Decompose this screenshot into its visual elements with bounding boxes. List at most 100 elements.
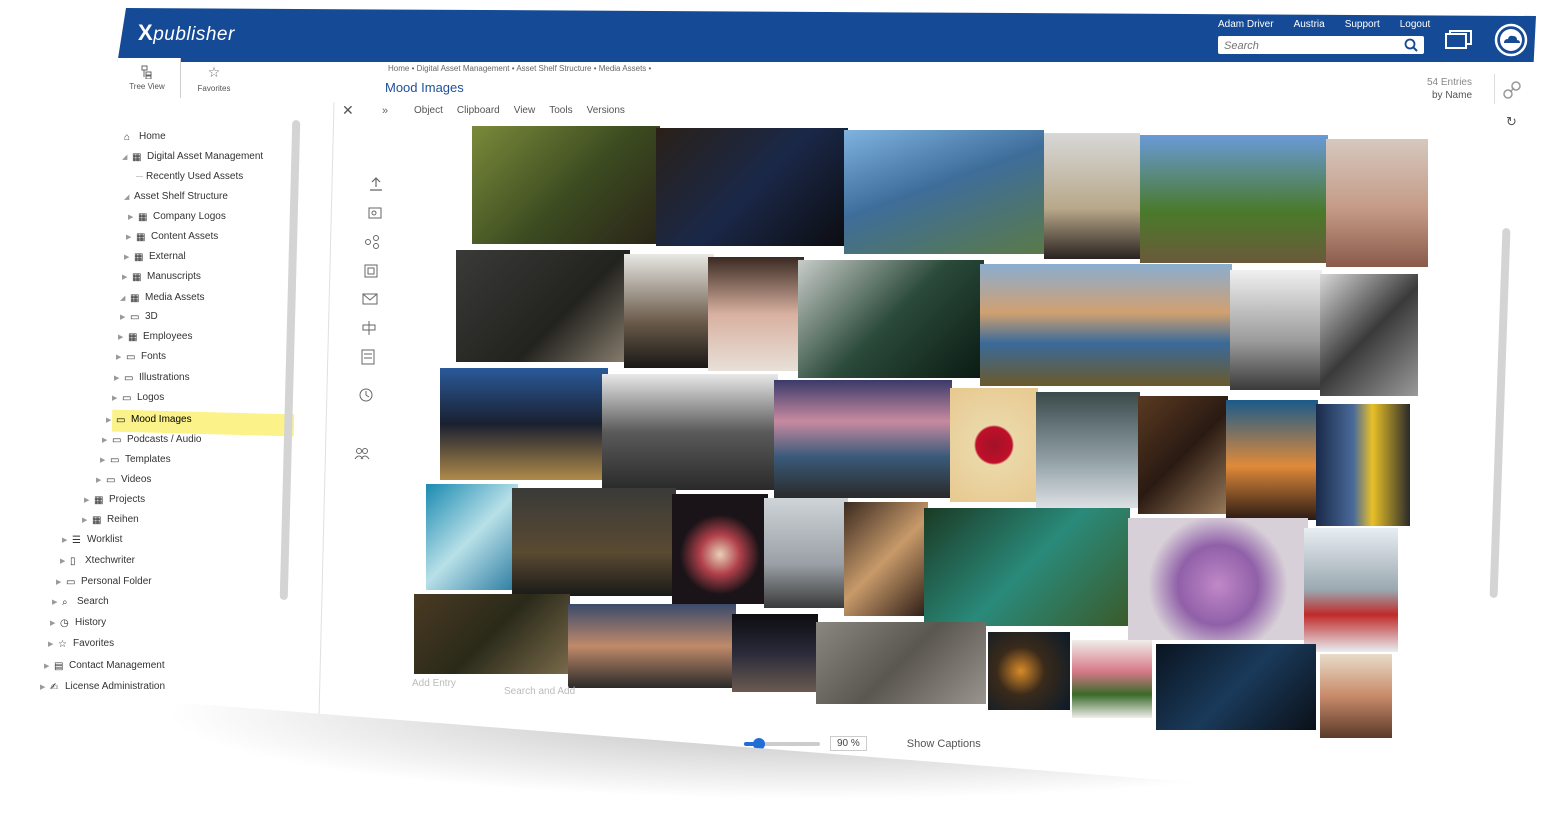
windows-icon[interactable] bbox=[1444, 29, 1474, 51]
caret-right-icon[interactable]: ▶ bbox=[44, 662, 50, 670]
caret-right-icon[interactable]: ▶ bbox=[40, 683, 46, 691]
image-tile[interactable] bbox=[1304, 528, 1398, 652]
image-tile[interactable] bbox=[1072, 640, 1152, 718]
menu-tools[interactable]: Tools bbox=[549, 105, 572, 116]
tree-item-personal-folder[interactable]: ▶ ▭ Personal Folder bbox=[56, 576, 152, 588]
caret-right-icon[interactable]: ▶ bbox=[52, 598, 58, 606]
caret-right-icon[interactable]: ▶ bbox=[116, 353, 122, 361]
tree-item-projects[interactable]: ▶ ▦ Projects bbox=[84, 494, 145, 506]
tree-item-mood-images[interactable]: ▶ ▭ Mood Images bbox=[106, 414, 192, 426]
global-search-input[interactable] bbox=[1218, 37, 1404, 55]
close-panel-icon[interactable]: ✕ bbox=[342, 102, 354, 119]
caret-down-icon[interactable]: ◢ bbox=[120, 294, 126, 302]
users-icon[interactable] bbox=[354, 445, 370, 461]
image-tile[interactable] bbox=[440, 368, 608, 480]
image-tile[interactable] bbox=[602, 374, 778, 490]
image-tile[interactable] bbox=[764, 498, 848, 608]
image-tile[interactable] bbox=[1316, 404, 1410, 526]
upload-icon[interactable] bbox=[368, 176, 384, 192]
caret-right-icon[interactable]: ▶ bbox=[126, 233, 132, 241]
tree-item-videos[interactable]: ▶ ▭ Videos bbox=[96, 474, 151, 486]
image-tile[interactable] bbox=[414, 594, 570, 674]
calculator-icon[interactable] bbox=[360, 349, 376, 365]
tree-item-xtechwriter[interactable]: ▶ ▯ Xtechwriter bbox=[60, 555, 135, 567]
caret-right-icon[interactable]: ▶ bbox=[100, 456, 106, 464]
image-folder-icon[interactable] bbox=[367, 205, 383, 221]
caret-right-icon[interactable]: ▶ bbox=[48, 640, 54, 648]
tree-item-illustrations[interactable]: ▶ ▭ Illustrations bbox=[114, 372, 190, 384]
sort-order[interactable]: by Name bbox=[1432, 90, 1472, 101]
history-icon[interactable] bbox=[358, 387, 374, 403]
caret-right-icon[interactable]: ▶ bbox=[96, 476, 102, 484]
caret-right-icon[interactable]: ▶ bbox=[102, 436, 108, 444]
caret-down-icon[interactable]: ◢ bbox=[122, 153, 128, 161]
tree-item-media-assets[interactable]: ◢ ▦ Media Assets bbox=[120, 292, 204, 304]
caret-right-icon[interactable]: ▶ bbox=[128, 213, 134, 221]
logout-link[interactable]: Logout bbox=[1400, 19, 1431, 30]
caret-right-icon[interactable]: ▶ bbox=[124, 253, 130, 261]
caret-right-icon[interactable]: ▶ bbox=[114, 374, 120, 382]
tree-item-external[interactable]: ▶ ▦ External bbox=[124, 251, 186, 263]
image-tile[interactable] bbox=[774, 380, 952, 498]
tree-item-license[interactable]: ▶ ✍ License Administration bbox=[40, 681, 165, 693]
image-tile[interactable] bbox=[672, 494, 768, 604]
menu-versions[interactable]: Versions bbox=[587, 105, 625, 116]
image-tile[interactable] bbox=[1226, 400, 1318, 520]
caret-right-icon[interactable]: ▶ bbox=[60, 557, 66, 565]
zoom-slider[interactable] bbox=[744, 737, 820, 750]
tree-item-worklist[interactable]: ▶ ☰ Worklist bbox=[62, 534, 122, 546]
image-tile[interactable] bbox=[656, 128, 848, 246]
caret-right-icon[interactable]: ▶ bbox=[118, 333, 124, 341]
tree-item-templates[interactable]: ▶ ▭ Templates bbox=[100, 454, 171, 466]
profile-cloud-icon[interactable] bbox=[1494, 23, 1528, 57]
image-tile[interactable] bbox=[426, 484, 518, 590]
image-tile[interactable] bbox=[1128, 518, 1308, 640]
image-tile[interactable] bbox=[1138, 396, 1228, 514]
app-logo[interactable]: Xpublisher bbox=[138, 20, 235, 46]
tree-item-manuscripts[interactable]: ▶ ▦ Manuscripts bbox=[122, 271, 201, 283]
image-tile[interactable] bbox=[624, 254, 714, 368]
tree-item-recent[interactable]: — Recently Used Assets bbox=[136, 171, 243, 182]
breadcrumb[interactable]: Home • Digital Asset Management • Asset … bbox=[388, 64, 651, 73]
share-icon[interactable] bbox=[364, 234, 380, 250]
tree-item-home[interactable]: ⌂ Home bbox=[124, 131, 166, 143]
menu-view[interactable]: View bbox=[514, 105, 536, 116]
content-scrollbar[interactable] bbox=[1489, 227, 1511, 599]
image-tile[interactable] bbox=[568, 604, 736, 688]
caret-right-icon[interactable]: ▶ bbox=[50, 619, 56, 627]
user-name-link[interactable]: Adam Driver bbox=[1218, 19, 1274, 30]
tree-scrollbar[interactable] bbox=[279, 119, 301, 601]
tree-item-favorites[interactable]: ▶ ☆ Favorites bbox=[48, 638, 114, 650]
image-tile[interactable] bbox=[512, 488, 676, 596]
tab-favorites[interactable]: ☆ Favorites bbox=[181, 58, 247, 98]
crop-icon[interactable] bbox=[361, 320, 377, 336]
zoom-slider-handle[interactable] bbox=[753, 737, 766, 750]
caret-right-icon[interactable]: ▶ bbox=[122, 273, 128, 281]
refresh-icon[interactable]: ↻ bbox=[1506, 114, 1517, 130]
caret-right-icon[interactable]: ▶ bbox=[112, 394, 118, 402]
image-tile[interactable] bbox=[844, 130, 1044, 254]
image-frame-icon[interactable] bbox=[363, 263, 379, 279]
tree-item-podcasts[interactable]: ▶ ▭ Podcasts / Audio bbox=[102, 434, 202, 446]
tree-item-3d[interactable]: ▶ ▭ 3D bbox=[120, 311, 158, 323]
caret-right-icon[interactable]: ▶ bbox=[84, 496, 90, 504]
show-captions-toggle[interactable]: Show Captions bbox=[907, 738, 981, 750]
image-tile[interactable] bbox=[1036, 392, 1140, 508]
caret-right-icon[interactable]: ▶ bbox=[56, 578, 62, 586]
image-tile[interactable] bbox=[1230, 270, 1322, 390]
image-tile[interactable] bbox=[1326, 139, 1428, 267]
image-tile[interactable] bbox=[1320, 654, 1392, 738]
caret-right-icon[interactable]: ▶ bbox=[62, 536, 68, 544]
image-tile[interactable] bbox=[472, 126, 660, 244]
image-tile[interactable] bbox=[1156, 644, 1316, 730]
tree-item-history[interactable]: ▶ ◷ History bbox=[50, 617, 106, 629]
tab-tree-view[interactable]: Tree View bbox=[114, 58, 181, 98]
region-link[interactable]: Austria bbox=[1294, 19, 1325, 30]
tree-item-shelf[interactable]: ◢ Asset Shelf Structure bbox=[124, 191, 228, 202]
image-tile[interactable] bbox=[844, 502, 928, 616]
image-tile[interactable] bbox=[708, 257, 804, 371]
tree-item-content-assets[interactable]: ▶ ▦ Content Assets bbox=[126, 231, 218, 243]
caret-down-icon[interactable]: ◢ bbox=[124, 193, 130, 201]
menu-object[interactable]: Object bbox=[414, 105, 443, 116]
caret-right-icon[interactable]: ▶ bbox=[120, 313, 126, 321]
